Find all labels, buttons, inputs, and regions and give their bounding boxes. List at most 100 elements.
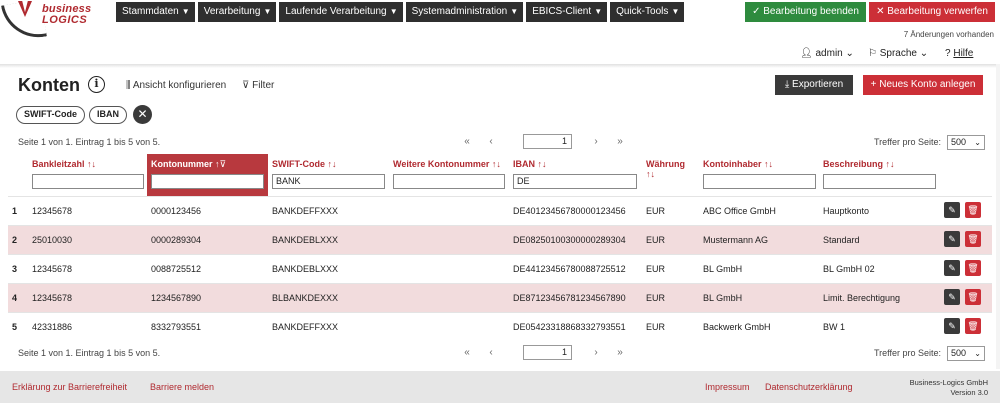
column-header-kontonummer[interactable]: Kontonummer ↑⊽ bbox=[147, 154, 268, 196]
next-page-icon[interactable]: › bbox=[584, 347, 608, 358]
delete-icon[interactable]: 🗑︎ bbox=[965, 289, 981, 305]
nav-label: Quick-Tools bbox=[616, 6, 669, 17]
first-page-icon[interactable]: « bbox=[455, 347, 479, 358]
last-page-icon[interactable]: » bbox=[608, 136, 632, 147]
company-logo[interactable]: business LOGICS bbox=[1, 0, 104, 44]
pagination-info-top: Seite 1 von 1. Eintrag 1 bis 5 von 5. bbox=[18, 137, 161, 147]
nav-label: Verarbeitung bbox=[203, 6, 261, 17]
prev-page-icon[interactable]: ‹ bbox=[479, 347, 503, 358]
nav-systemadministration[interactable]: Systemadministration ▼ bbox=[405, 2, 524, 22]
edit-icon[interactable]: ✎ bbox=[944, 231, 960, 247]
filter-chip-iban[interactable]: IBAN bbox=[89, 105, 127, 124]
export-button[interactable]: ⤓ Exportieren bbox=[775, 75, 853, 95]
column-label: Bankleitzahl bbox=[32, 159, 85, 169]
filter-input-kontoinhaber[interactable] bbox=[703, 174, 816, 189]
discard-editing-button[interactable]: ✕ Bearbeitung verwerfen bbox=[869, 2, 995, 22]
vertical-scrollbar[interactable] bbox=[996, 64, 1000, 369]
plus-icon: + bbox=[870, 79, 880, 90]
chevron-down-icon: ⌄ bbox=[917, 48, 929, 59]
column-header-kontoinhaber[interactable]: Kontoinhaber ↑↓ bbox=[699, 154, 819, 196]
cell-beschreibung: Limit. Berechtigung bbox=[823, 293, 901, 303]
nav-verarbeitung[interactable]: Verarbeitung ▼ bbox=[197, 2, 277, 22]
column-label: Währung bbox=[646, 159, 685, 169]
company-info: Business-Logics GmbH Version 3.0 bbox=[910, 378, 988, 398]
nav-label: Stammdaten bbox=[122, 6, 179, 17]
user-name: admin bbox=[815, 48, 843, 59]
new-account-button[interactable]: + Neues Konto anlegen bbox=[863, 75, 983, 95]
column-label: Weitere Kontonummer bbox=[393, 159, 490, 169]
column-header-swift-code[interactable]: SWIFT-Code ↑↓ BANK bbox=[268, 154, 389, 196]
delete-icon[interactable]: 🗑︎ bbox=[965, 202, 981, 218]
table-row[interactable]: 5 42331886 8332793551 BANKDEFFXXX DE0542… bbox=[8, 312, 992, 341]
first-page-icon[interactable]: « bbox=[455, 136, 479, 147]
column-label: SWIFT-Code bbox=[272, 159, 325, 169]
cell-iban: DE40123456780000123456 bbox=[513, 206, 626, 216]
page-number-input[interactable]: 1 bbox=[523, 345, 572, 360]
user-menu[interactable]: 👤︎ admin ⌄ bbox=[800, 48, 854, 59]
filter-chip-swift[interactable]: SWIFT-Code bbox=[16, 105, 85, 124]
chevron-down-icon: ⌄ bbox=[974, 138, 981, 147]
finish-editing-button[interactable]: ✓ Bearbeitung beenden bbox=[745, 2, 866, 22]
filter-input-beschreibung[interactable] bbox=[823, 174, 936, 189]
per-page-select[interactable]: 500 ⌄ bbox=[947, 346, 985, 361]
edit-icon[interactable]: ✎ bbox=[944, 289, 960, 305]
cell-beschreibung: BL GmbH 02 bbox=[823, 264, 875, 274]
column-label: Kontoinhaber bbox=[703, 159, 762, 169]
table-row[interactable]: 2 25010030 0000289304 BANKDEBLXXX DE0825… bbox=[8, 225, 992, 254]
nav-stammdaten[interactable]: Stammdaten ▼ bbox=[116, 2, 195, 22]
edit-icon[interactable]: ✎ bbox=[944, 202, 960, 218]
language-menu[interactable]: ⚐ Sprache ⌄ bbox=[868, 48, 928, 59]
row-number: 1 bbox=[12, 206, 18, 216]
page-number-input[interactable]: 1 bbox=[523, 134, 572, 149]
logo-swoosh bbox=[1, 0, 47, 44]
sort-icon: ↑↓ bbox=[761, 159, 774, 169]
table-row[interactable]: 1 12345678 0000123456 BANKDEFFXXX DE4012… bbox=[8, 196, 992, 225]
last-page-icon[interactable]: » bbox=[608, 347, 632, 358]
cell-kontoinhaber: BL GmbH bbox=[703, 264, 743, 274]
clear-filters-icon[interactable]: ✕ bbox=[133, 105, 152, 124]
cell-kontoinhaber: Mustermann AG bbox=[703, 235, 769, 245]
delete-icon[interactable]: 🗑︎ bbox=[965, 260, 981, 276]
delete-icon[interactable]: 🗑︎ bbox=[965, 318, 981, 334]
column-header-iban[interactable]: IBAN ↑↓ DE bbox=[509, 154, 642, 196]
edit-icon[interactable]: ✎ bbox=[944, 260, 960, 276]
nav-ebics-client[interactable]: EBICS-Client ▼ bbox=[526, 2, 608, 22]
filter-input-iban[interactable]: DE bbox=[513, 174, 637, 189]
chevron-down-icon: ▼ bbox=[263, 7, 272, 16]
prev-page-icon[interactable]: ‹ bbox=[479, 136, 503, 147]
filter-input-weitere-kontonummer[interactable] bbox=[393, 174, 505, 189]
table-row[interactable]: 3 12345678 0088725512 BANKDEBLXXX DE4412… bbox=[8, 254, 992, 283]
accessibility-statement-link[interactable]: Erklärung zur Barrierefreiheit bbox=[12, 382, 127, 392]
impressum-link[interactable]: Impressum bbox=[705, 382, 750, 392]
filter-input-bankleitzahl[interactable] bbox=[32, 174, 144, 189]
delete-icon[interactable]: 🗑︎ bbox=[965, 231, 981, 247]
column-header-beschreibung[interactable]: Beschreibung ↑↓ bbox=[819, 154, 939, 196]
column-header-bankleitzahl[interactable]: Bankleitzahl ↑↓ bbox=[28, 154, 146, 196]
sort-icon: ↑↓ bbox=[883, 159, 895, 169]
per-page-select[interactable]: 500 ⌄ bbox=[947, 135, 985, 150]
privacy-link[interactable]: Datenschutzerklärung bbox=[765, 382, 853, 392]
nav-label: Systemadministration bbox=[411, 6, 508, 17]
help-link[interactable]: ? Hilfe bbox=[945, 48, 973, 59]
table-row[interactable]: 4 12345678 1234567890 BLBANKDEXXX DE8712… bbox=[8, 283, 992, 312]
filter-input-kontonummer[interactable] bbox=[151, 174, 264, 189]
filter-link[interactable]: ⊽ Filter bbox=[242, 80, 274, 91]
cell-waehrung: EUR bbox=[646, 293, 666, 303]
row-number: 4 bbox=[12, 293, 18, 303]
nav-laufende-verarbeitung[interactable]: Laufende Verarbeitung ▼ bbox=[279, 2, 403, 22]
cell-swift-code: BANKDEFFXXX bbox=[272, 322, 339, 332]
column-header-weitere-kontonummer[interactable]: Weitere Kontonummer ↑↓ bbox=[389, 154, 509, 196]
cell-swift-code: BANKDEBLXXX bbox=[272, 264, 339, 274]
next-page-icon[interactable]: › bbox=[584, 136, 608, 147]
edit-icon[interactable]: ✎ bbox=[944, 318, 960, 334]
column-header-waehrung[interactable]: Währung ↑↓ bbox=[642, 154, 699, 196]
nav-quick-tools[interactable]: Quick-Tools ▼ bbox=[610, 2, 685, 22]
pagination-info-bottom: Seite 1 von 1. Eintrag 1 bis 5 von 5. bbox=[18, 348, 161, 358]
cell-iban: DE87123456781234567890 bbox=[513, 293, 626, 303]
info-icon[interactable]: i bbox=[88, 76, 105, 93]
configure-view-link[interactable]: ⫼ Ansicht konfigurieren bbox=[126, 80, 226, 91]
language-label: Sprache bbox=[879, 48, 917, 59]
report-barrier-link[interactable]: Barriere melden bbox=[150, 382, 214, 392]
page-title: Konten bbox=[18, 75, 80, 95]
filter-input-swift-code[interactable]: BANK bbox=[272, 174, 385, 189]
